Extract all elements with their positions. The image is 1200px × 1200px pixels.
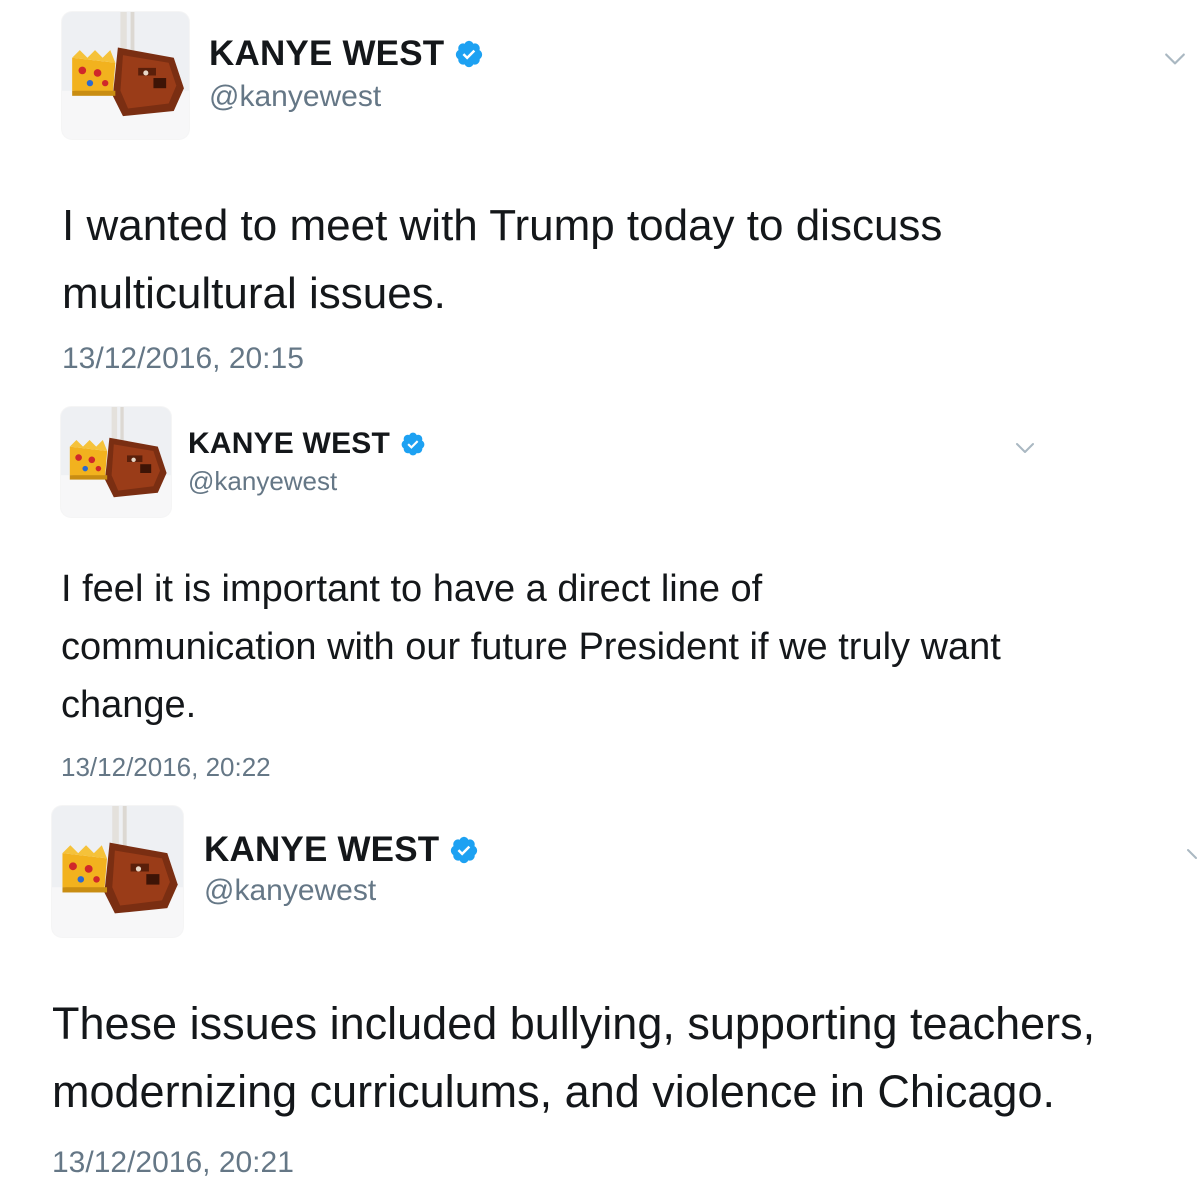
author-name-row[interactable]: KANYE WEST [204, 830, 479, 870]
tweet-timestamp[interactable]: 13/12/2016, 20:21 [52, 1146, 294, 1180]
display-name[interactable]: KANYE WEST [204, 830, 439, 870]
user-handle[interactable]: @kanyewest [204, 874, 376, 908]
tweet-card: KANYE WEST @kanyewest These issues inclu… [0, 0, 1200, 1200]
verified-badge-icon [449, 835, 479, 865]
avatar[interactable] [52, 806, 183, 937]
tweet-text: These issues included bullying, supporti… [52, 998, 1096, 1117]
chevron-down-icon[interactable] [1184, 848, 1198, 860]
